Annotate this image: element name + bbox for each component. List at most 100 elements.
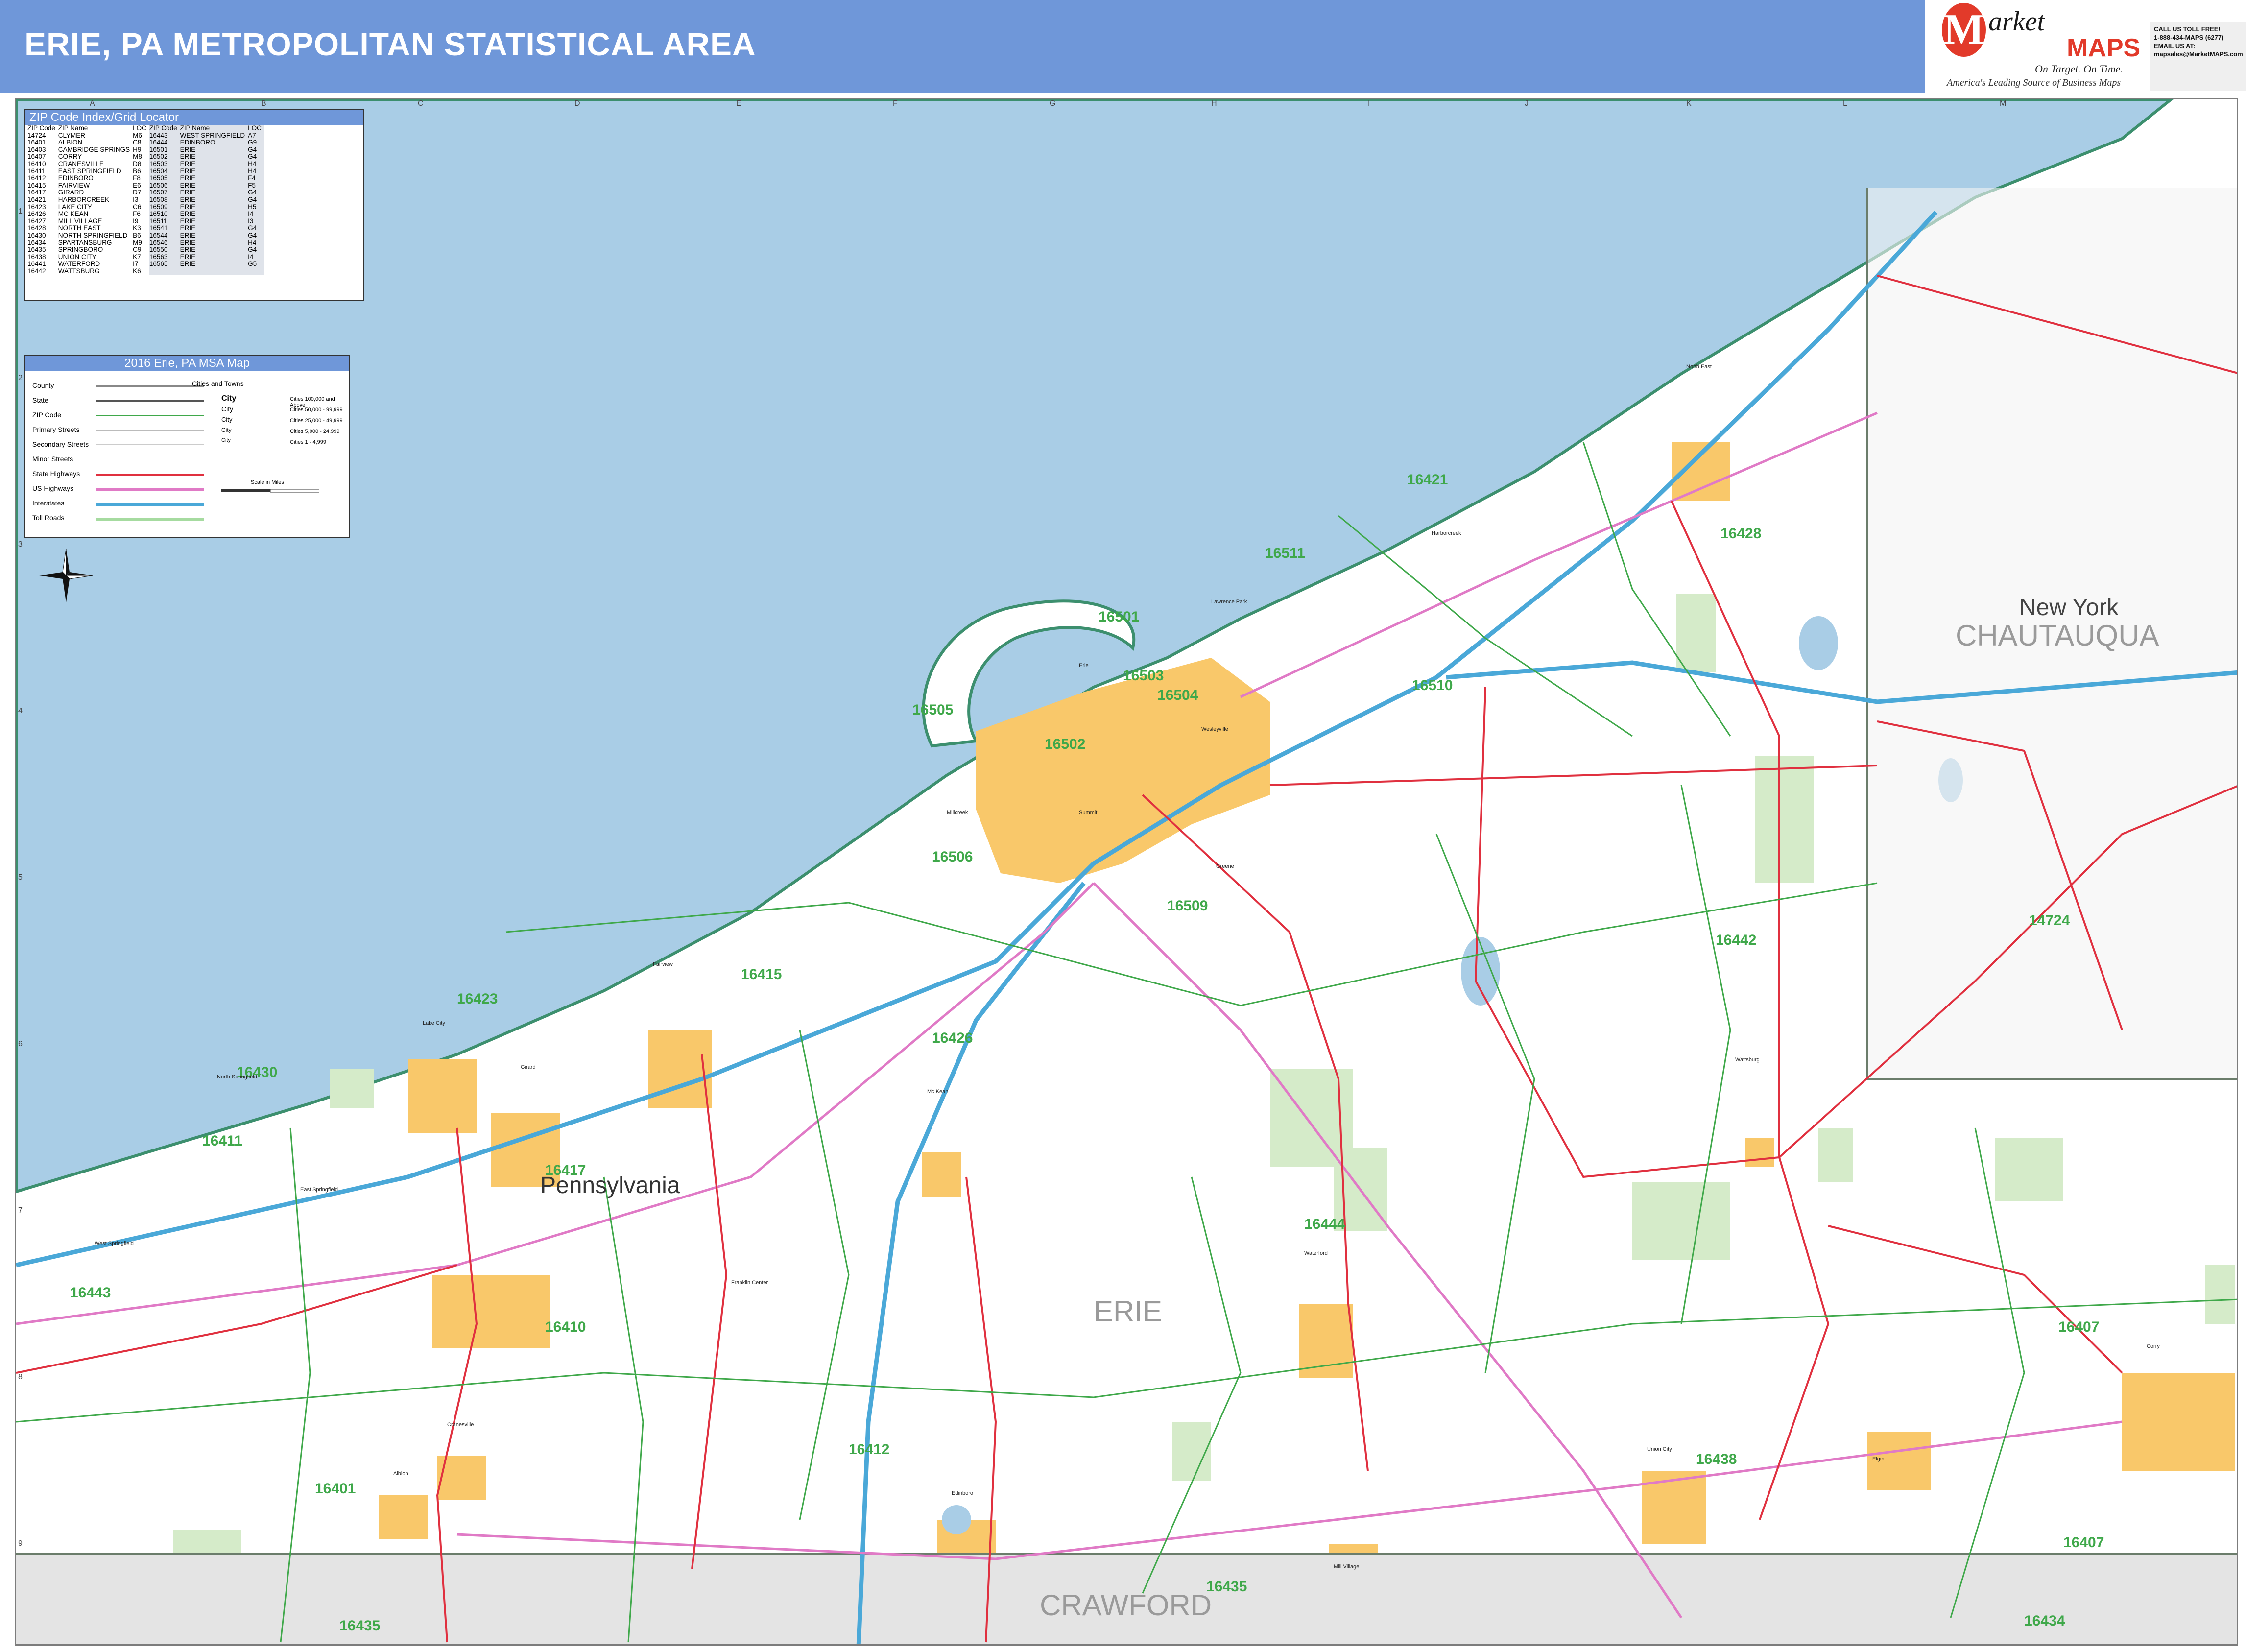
- zip-index-cell: ERIE: [180, 217, 248, 225]
- zip-index-cell: 14724: [27, 131, 46, 139]
- grid-row-label: 8: [18, 1373, 23, 1381]
- zip-index-row: 16427 MILL VILLAGE I9 16511 ERIE I3: [27, 217, 264, 225]
- town-label: Mc Kean: [927, 1089, 949, 1095]
- town-label: Waterford: [1304, 1250, 1328, 1256]
- zip-label: 14724: [2029, 912, 2070, 929]
- logo-market-text: arket: [1988, 6, 2045, 37]
- grid-col-label: J: [1525, 99, 1529, 108]
- zip-index-cell: 16550: [149, 246, 180, 254]
- town-label: Mill Village: [1334, 1564, 1360, 1570]
- compass-rose-icon: [39, 549, 93, 602]
- zip-index-row: 16423 LAKE CITY C6 16509 ERIE H5: [27, 203, 264, 211]
- legend-us-highways: US Highways: [32, 484, 74, 492]
- zip-index-row: 16426 MC KEAN F6 16510 ERIE I4: [27, 211, 264, 218]
- zip-index-cell: K3: [133, 224, 141, 232]
- zip-index-cell: ERIE: [180, 182, 248, 190]
- county-label-crawford: CRAWFORD: [1040, 1589, 1212, 1622]
- legend-city-size: Cities 5,000 - 24,999: [290, 429, 340, 434]
- legend-cities-heading: Cities and Towns: [192, 380, 244, 387]
- zip-index-cell: H4: [248, 239, 264, 247]
- zip-index-cell: 16401: [27, 139, 46, 146]
- zip-index-cell: CRANESVILLE: [58, 160, 104, 168]
- zip-index-cell: 16441: [27, 260, 46, 268]
- zip-index-row: 16417 GIRARD D7 16507 ERIE G4: [27, 189, 264, 196]
- contact-line: CALL US TOLL FREE!: [2154, 25, 2221, 33]
- state-label-new-york: New York: [2019, 595, 2119, 621]
- zip-index-cell: H4: [248, 168, 264, 175]
- zip-index-cell: C6: [133, 203, 142, 211]
- zip-label: 16434: [2024, 1613, 2065, 1629]
- logo-m-icon: M: [1942, 3, 1986, 57]
- zip-label: 16428: [1720, 526, 1762, 542]
- contact-line: EMAIL US AT:: [2154, 42, 2196, 49]
- grid-col-label: A: [90, 99, 95, 108]
- zip-index-cell: 16505: [149, 175, 180, 182]
- zip-label: 16407: [2063, 1534, 2104, 1551]
- zip-col-header: ZIP Name: [58, 124, 88, 132]
- zip-index-cell: 16434: [27, 239, 46, 246]
- legend-city-size: Cities 25,000 - 49,999: [290, 418, 343, 424]
- town-label: Wesleyville: [1201, 726, 1228, 732]
- map-canvas[interactable]: [16, 99, 2238, 1646]
- zip-index-row: 16415 FAIRVIEW E6 16506 ERIE F5: [27, 182, 264, 190]
- zip-label: 16417: [545, 1162, 586, 1178]
- legend-scale-label: Scale in Miles: [251, 479, 284, 485]
- zip-index-cell: NORTH SPRINGFIELD: [58, 231, 128, 239]
- zip-index-cell: M8: [133, 153, 142, 161]
- zip-index-row: 16410 CRANESVILLE D8 16503 ERIE H4: [27, 160, 264, 168]
- zip-index-cell: G4: [248, 189, 264, 196]
- zip-index-cell: I9: [133, 217, 139, 225]
- zip-index-cell: A7: [248, 132, 264, 140]
- town-label: Summit: [1079, 810, 1098, 815]
- zip-label: 16504: [1157, 687, 1198, 703]
- zip-col-header: ZIP Code: [149, 124, 180, 132]
- legend-state-line: [96, 400, 204, 402]
- zip-index-panel: ZIP Code Index/Grid Locator ZIP Code ZIP…: [24, 109, 364, 301]
- town-label: Franklin Center: [731, 1280, 768, 1286]
- legend-panel: 2016 Erie, PA MSA Map County State ZIP C…: [24, 355, 350, 538]
- zip-index-row: 16438 UNION CITY K7 16563 ERIE I4: [27, 253, 264, 261]
- zip-index-cell: D8: [133, 160, 142, 168]
- legend-city-sample: City: [221, 427, 232, 433]
- zip-label: 16412: [849, 1441, 890, 1458]
- zip-index-row: 16434 SPARTANSBURG M9 16546 ERIE H4: [27, 239, 264, 247]
- zip-index-cell: WATERFORD: [58, 260, 100, 268]
- town-label: West Springfield: [95, 1241, 134, 1246]
- zip-index-cell: 16565: [149, 261, 180, 268]
- map-frame[interactable]: A B C D E F G H I J K L M 1 2 3 4 5 6 7 …: [15, 98, 2238, 1646]
- zip-index-cell: G4: [248, 225, 264, 232]
- zip-col-header: ZIP Code: [27, 124, 55, 132]
- zip-index-cell: C9: [133, 246, 142, 254]
- zip-index-cell: F8: [133, 174, 141, 182]
- zip-index-cell: 16430: [27, 231, 46, 239]
- map-title: ERIE, PA METROPOLITAN STATISTICAL AREA: [24, 26, 756, 62]
- zip-index-row: 16428 NORTH EAST K3 16541 ERIE G4: [27, 225, 264, 232]
- grid-col-label: G: [1050, 99, 1056, 108]
- zip-label: 16506: [932, 849, 973, 865]
- grid-row-label: 6: [18, 1040, 23, 1048]
- zip-label: 16423: [457, 991, 498, 1007]
- legend-interstate-line: [96, 503, 204, 506]
- legend-secondary: Secondary Streets: [32, 440, 89, 448]
- zip-index-cell: 16417: [27, 189, 46, 196]
- zip-index-cell: EDINBORO: [180, 139, 248, 146]
- zip-label: 16426: [932, 1030, 973, 1046]
- zip-index-cell: WATTSBURG: [58, 267, 100, 275]
- grid-row-label: 9: [18, 1539, 23, 1548]
- zip-index-cell: 16511: [149, 217, 180, 225]
- town-label: Corry: [2147, 1343, 2160, 1349]
- zip-index-cell: CORRY: [58, 153, 82, 161]
- legend-city-sample: City: [221, 405, 234, 413]
- zip-index-cell: HARBORCREEK: [58, 195, 110, 203]
- header-bar: ERIE, PA METROPOLITAN STATISTICAL AREA: [0, 0, 1925, 93]
- zip-index-cell: 16506: [149, 182, 180, 190]
- contact-phone[interactable]: 1-888-434-MAPS (6277): [2154, 33, 2242, 42]
- grid-col-label: F: [893, 99, 898, 108]
- legend-toll-line: [96, 518, 204, 521]
- zip-index-cell: SPRINGBORO: [58, 246, 103, 254]
- zip-label: 16438: [1696, 1451, 1737, 1467]
- grid-col-label: K: [1686, 99, 1692, 108]
- contact-email[interactable]: mapsales@MarketMAPS.com: [2154, 50, 2243, 58]
- zip-index-cell: 16411: [27, 167, 46, 175]
- zip-index-row: 14724 CLYMER M6 16443 WEST SPRINGFIELD A7: [27, 132, 264, 140]
